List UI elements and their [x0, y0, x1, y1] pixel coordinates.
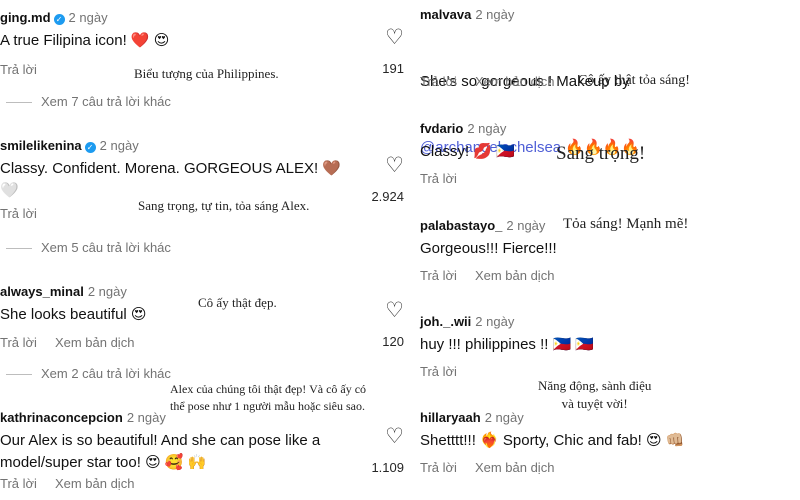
translation-annotation: Alex của chúng tôi thật đẹp! Và cô ấy có…: [170, 381, 366, 415]
comment-actions: Trả lời: [0, 206, 55, 221]
see-translation-button[interactable]: Xem bản dịch: [475, 460, 555, 475]
verified-badge-icon: ✓: [53, 14, 65, 25]
comment-text: Shetttt!!! ❤️‍🔥 Sporty, Chic and fab! 😍 …: [420, 432, 685, 449]
left-comment-column: ging.md ✓ 2 ngày A true Filipina icon! ❤️ …: [0, 0, 412, 500]
translation-annotation: Cô ấy thật tỏa sáng!: [578, 73, 690, 88]
annotation-line: thể pose như 1 người mẫu hoặc siêu sao.: [170, 399, 365, 413]
reply-button[interactable]: Trả lời: [420, 364, 457, 379]
username[interactable]: joh._.wii: [420, 314, 471, 329]
translation-annotation: Cô ấy thật đẹp.: [198, 295, 277, 310]
see-translation-button[interactable]: Xem bản dịch: [475, 268, 555, 283]
reply-button[interactable]: Trả lời: [0, 476, 37, 491]
timestamp: 2 ngày: [484, 410, 524, 425]
like-count: 191: [382, 61, 404, 76]
like-control: ♡ 191: [360, 27, 404, 76]
timestamp: 2 ngày: [87, 284, 127, 299]
comment-text: huy !!! philippines !! 🇵🇭 🇵🇭: [420, 336, 595, 353]
comment-actions: Trả lời Xem bản dịch: [420, 74, 572, 89]
see-translation-button[interactable]: Xem bản dịch: [55, 476, 135, 491]
username[interactable]: hillaryaah: [420, 410, 481, 425]
comment-text: She looks beautiful 😍: [0, 306, 147, 323]
comment-header: smilelikenina ✓ 2 ngày: [0, 138, 139, 153]
see-translation-button[interactable]: Xem bản dịch: [475, 74, 555, 89]
comment-header: fvdario 2 ngày: [420, 121, 506, 136]
comment-header: always_minal 2 ngày: [0, 284, 127, 299]
translation-annotation: Biểu tượng của Philippines.: [134, 66, 279, 81]
username[interactable]: malvava: [420, 7, 471, 22]
reply-button[interactable]: Trả lời: [0, 335, 37, 350]
username[interactable]: always_minal: [0, 284, 84, 299]
reply-thread-line: [6, 102, 32, 104]
translation-annotation: Năng động, sành điệu và tuyệt vời!: [538, 377, 651, 413]
comment-text: Gorgeous!!! Fierce!!!: [420, 240, 557, 257]
view-replies-label: Xem 2 câu trả lời khác: [41, 366, 171, 381]
like-control: ♡ 2.924: [360, 155, 404, 204]
reply-thread-line: [6, 248, 32, 250]
reply-button[interactable]: Trả lời: [420, 268, 457, 283]
view-replies-button[interactable]: Xem 5 câu trả lời khác: [6, 240, 171, 255]
like-control: ♡ 1.109: [360, 426, 404, 475]
comment-actions: Trả lời Xem bản dịch: [0, 335, 152, 350]
heart-icon[interactable]: ♡: [360, 27, 404, 48]
username[interactable]: kathrinaconcepcion: [0, 410, 123, 425]
comment-actions: Trả lời: [0, 62, 55, 77]
reply-thread-line: [6, 374, 32, 376]
annotation-line: Alex của chúng tôi thật đẹp! Và cô ấy có: [170, 382, 367, 396]
comment-actions: Trả lời Xem bản dịch: [420, 460, 572, 475]
view-replies-label: Xem 7 câu trả lời khác: [41, 94, 171, 109]
timestamp: 2 ngày: [506, 218, 546, 233]
like-count: 120: [382, 334, 404, 349]
reply-button[interactable]: Trả lời: [0, 206, 37, 221]
comment-actions: Trả lời Xem bản dịch: [0, 476, 152, 491]
comment-actions: Trả lời Xem bản dịch: [420, 268, 572, 283]
translation-annotation: Tỏa sáng! Mạnh mẽ!: [563, 216, 689, 232]
comment-header: ging.md ✓ 2 ngày: [0, 10, 108, 25]
comment-actions: Trả lời: [420, 171, 475, 186]
comment-text: A true Filipina icon! ❤️ 😍: [0, 32, 170, 49]
timestamp: 2 ngày: [126, 410, 166, 425]
comment-header: joh._.wii 2 ngày: [420, 314, 514, 329]
comment-header: hillaryaah 2 ngày: [420, 410, 524, 425]
view-replies-button[interactable]: Xem 2 câu trả lời khác: [6, 366, 171, 381]
translation-annotation: Sang trọng!: [556, 143, 646, 164]
view-replies-label: Xem 5 câu trả lời khác: [41, 240, 171, 255]
comment-header: malvava 2 ngày: [420, 7, 514, 22]
timestamp: 2 ngày: [68, 10, 108, 25]
reply-button[interactable]: Trả lời: [0, 62, 37, 77]
reply-button[interactable]: Trả lời: [420, 74, 457, 89]
verified-badge-icon: ✓: [84, 142, 96, 153]
comment-text: Classy! 💋 🇵🇭: [420, 143, 515, 160]
heart-icon[interactable]: ♡: [360, 426, 404, 447]
right-comment-column: malvava 2 ngày She's so gorgeous ! Makeup…: [412, 0, 800, 500]
heart-icon[interactable]: ♡: [360, 155, 404, 176]
annotation-line: và tuyệt vời!: [561, 396, 628, 411]
see-translation-button[interactable]: Xem bản dịch: [55, 335, 135, 350]
like-count: 1.109: [371, 460, 404, 475]
heart-icon[interactable]: ♡: [360, 300, 404, 321]
translation-annotation: Sang trọng, tự tin, tỏa sáng Alex.: [138, 198, 310, 213]
reply-button[interactable]: Trả lời: [420, 171, 457, 186]
reply-button[interactable]: Trả lời: [420, 460, 457, 475]
timestamp: 2 ngày: [99, 138, 139, 153]
username[interactable]: fvdario: [420, 121, 463, 136]
timestamp: 2 ngày: [475, 314, 515, 329]
username[interactable]: ging.md: [0, 10, 51, 25]
comment-text: Our Alex is so beautiful! And she can po…: [0, 432, 321, 471]
comment-actions: Trả lời: [420, 364, 475, 379]
timestamp: 2 ngày: [467, 121, 507, 136]
like-control: ♡ 120: [360, 300, 404, 349]
comment-text: Classy. Confident. Morena. GORGEOUS ALEX…: [0, 160, 342, 199]
view-replies-button[interactable]: Xem 7 câu trả lời khác: [6, 94, 171, 109]
username[interactable]: palabastayo_: [420, 218, 502, 233]
username[interactable]: smilelikenina: [0, 138, 82, 153]
comment-header: kathrinaconcepcion 2 ngày: [0, 410, 166, 425]
comment-header: palabastayo_ 2 ngày: [420, 218, 545, 233]
timestamp: 2 ngày: [475, 7, 515, 22]
annotation-line: Năng động, sành điệu: [538, 378, 652, 393]
like-count: 2.924: [371, 189, 404, 204]
